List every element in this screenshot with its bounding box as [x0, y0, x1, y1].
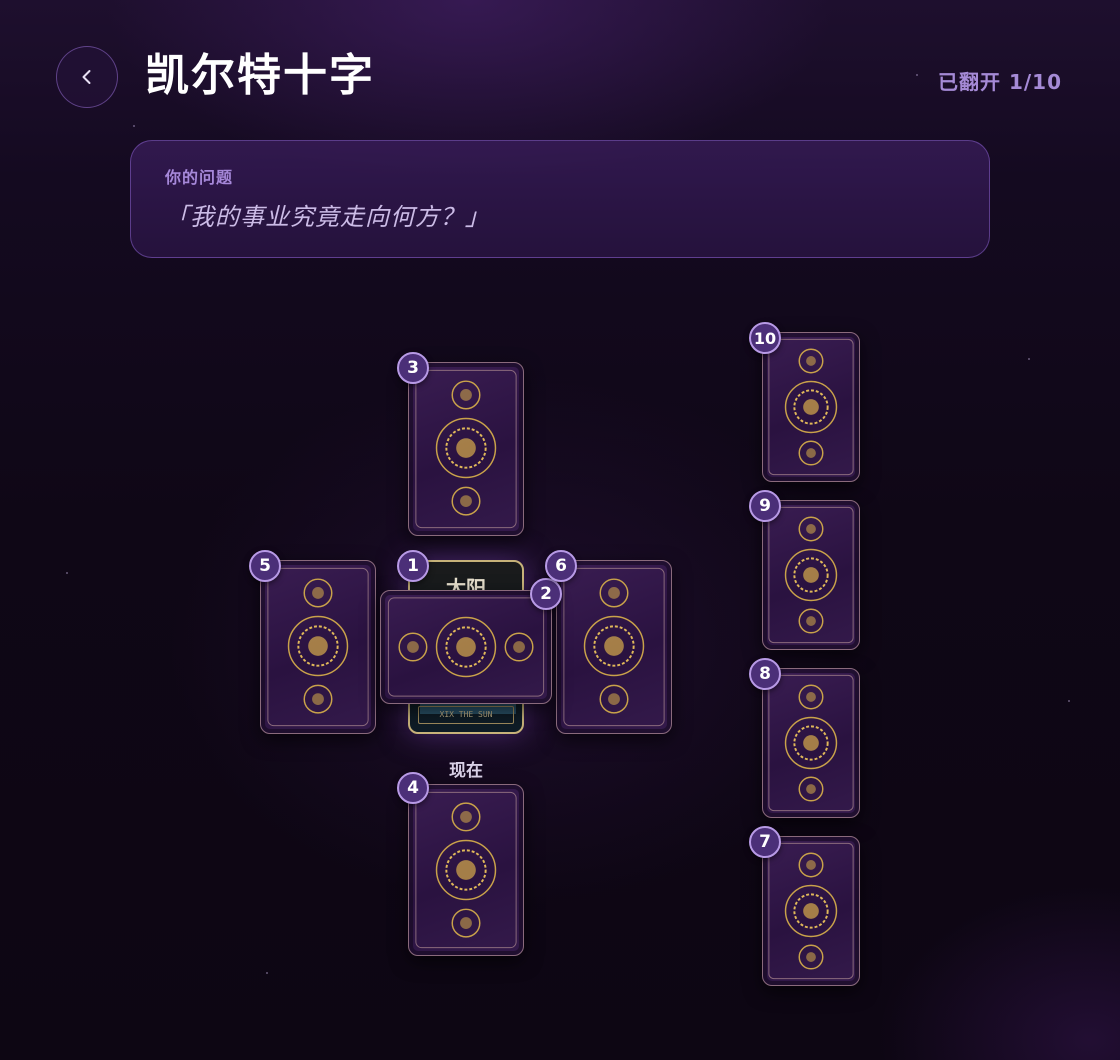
card-back-pattern: [768, 338, 854, 476]
card-back-pattern: [768, 506, 854, 644]
card-back-pattern: [267, 567, 369, 727]
tarot-card-3[interactable]: [408, 362, 524, 536]
star-decoration: [916, 74, 918, 76]
star-decoration: [66, 572, 68, 574]
tarot-card-9[interactable]: [762, 500, 860, 650]
chevron-left-icon: [82, 70, 91, 84]
card-number-badge-6: 6: [545, 550, 577, 582]
card-back-pattern: [387, 597, 545, 697]
page-title: 凯尔特十字: [145, 50, 375, 101]
back-button[interactable]: [56, 46, 118, 108]
flip-progress: 已翻开 1/10: [937, 70, 1062, 94]
tarot-card-2[interactable]: [380, 590, 552, 704]
tarot-card-6[interactable]: [556, 560, 672, 734]
card-number-badge-3: 3: [397, 352, 429, 384]
revealed-card-caption: XIX THE SUN: [418, 706, 514, 724]
card-back-pattern: [768, 842, 854, 980]
question-label: 你的问题: [165, 168, 234, 187]
star-decoration: [1068, 700, 1070, 702]
card-number-badge-1: 1: [397, 550, 429, 582]
question-panel: 你的问题 「我的事业究竟走向何方？」: [130, 140, 990, 258]
tarot-card-8[interactable]: [762, 668, 860, 818]
tarot-card-5[interactable]: [260, 560, 376, 734]
card-number-badge-9: 9: [749, 490, 781, 522]
card-back-pattern: [415, 791, 517, 949]
star-decoration: [133, 125, 135, 127]
card-back-pattern: [768, 674, 854, 812]
card-number-badge-10: 10: [749, 322, 781, 354]
tarot-card-7[interactable]: [762, 836, 860, 986]
tarot-card-10[interactable]: [762, 332, 860, 482]
star-decoration: [266, 972, 268, 974]
card-number-badge-2: 2: [530, 578, 562, 610]
tarot-card-4[interactable]: [408, 784, 524, 956]
card-back-pattern: [415, 369, 517, 529]
card-number-badge-4: 4: [397, 772, 429, 804]
card-number-badge-8: 8: [749, 658, 781, 690]
question-text: 「我的事业究竟走向何方？」: [165, 203, 490, 231]
tarot-spread-page: 凯尔特十字 已翻开 1/10 你的问题 「我的事业究竟走向何方？」 太阳 XIX…: [0, 0, 1120, 1060]
card-number-badge-7: 7: [749, 826, 781, 858]
card-back-pattern: [563, 567, 665, 727]
card-number-badge-5: 5: [249, 550, 281, 582]
star-decoration: [1028, 358, 1030, 360]
